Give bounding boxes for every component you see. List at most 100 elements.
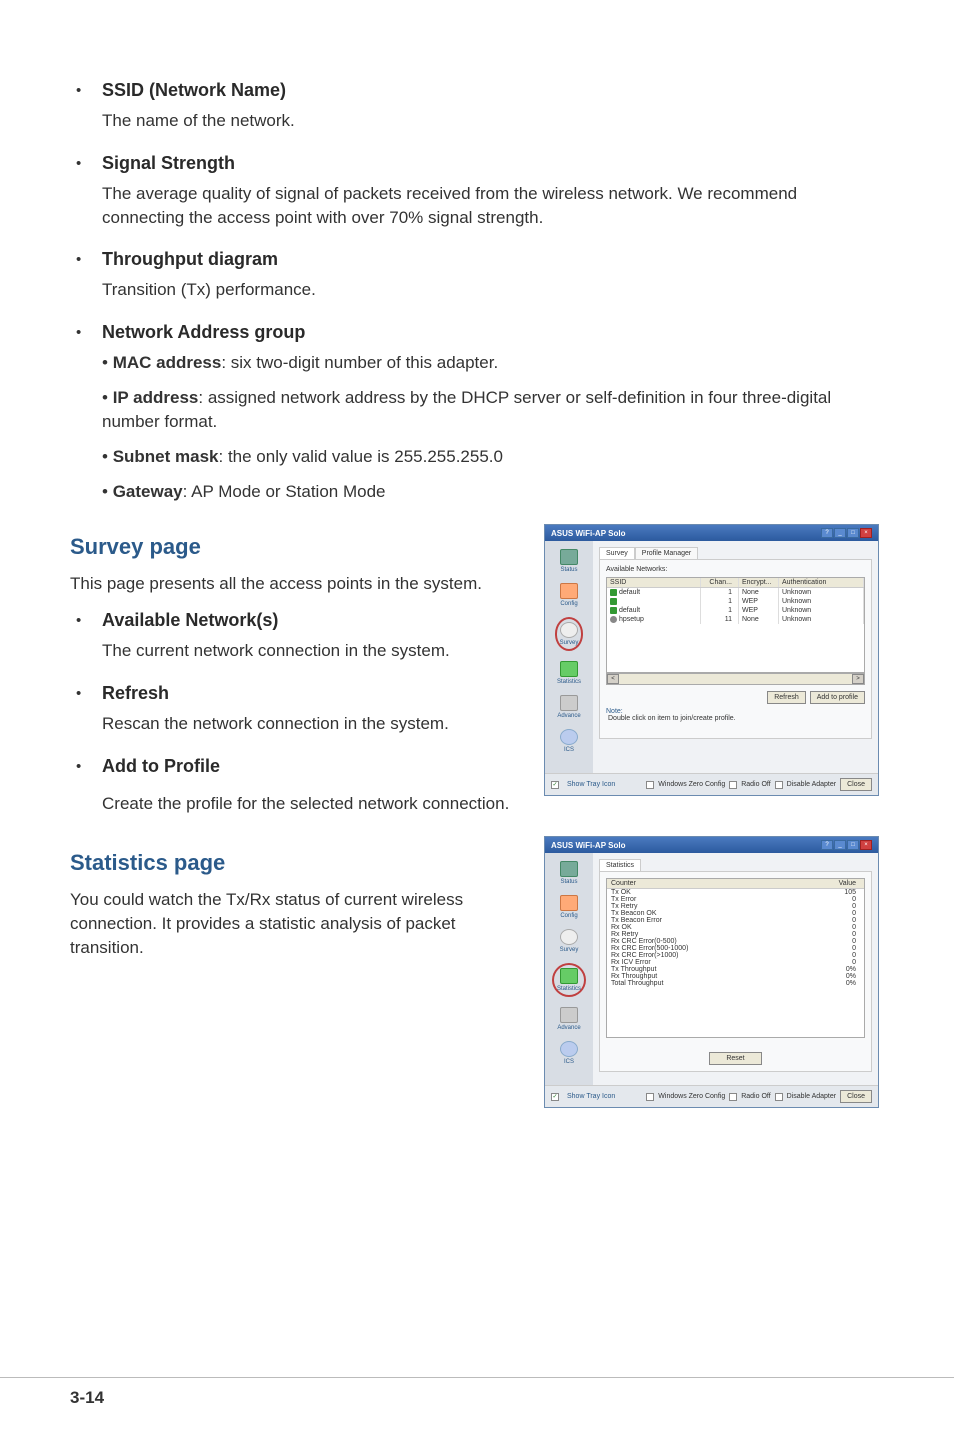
- stats-row[interactable]: Total Throughput0%: [607, 980, 864, 987]
- network-list-header: SSID Chan... Encrypt... Authentication: [607, 578, 864, 588]
- bullet-refresh: • Refresh Rescan the network connection …: [70, 683, 528, 750]
- col-auth[interactable]: Authentication: [779, 578, 864, 587]
- stats-row[interactable]: Rx CRC Error(>1000)0: [607, 952, 864, 959]
- reset-button[interactable]: Reset: [709, 1052, 761, 1065]
- sub-ip: • IP address: assigned network address b…: [102, 386, 884, 435]
- zero-config-label: Windows Zero Config: [658, 781, 725, 788]
- disable-adapter-checkbox[interactable]: [775, 781, 783, 789]
- bullet-throughput: • Throughput diagram Transition (Tx) per…: [70, 249, 884, 316]
- sidebar-item-status[interactable]: Status: [560, 549, 578, 573]
- globe-icon: [560, 1041, 578, 1057]
- stats-row[interactable]: Tx Beacon OK0: [607, 910, 864, 917]
- help-button[interactable]: ?: [821, 528, 833, 538]
- radio-off-label: Radio Off: [741, 781, 770, 788]
- col-counter[interactable]: Counter: [607, 879, 794, 888]
- stats-row[interactable]: Tx Throughput0%: [607, 966, 864, 973]
- stats-row[interactable]: Tx Beacon Error0: [607, 917, 864, 924]
- radio-off-checkbox[interactable]: [729, 781, 737, 789]
- zero-config-checkbox[interactable]: [646, 1093, 654, 1101]
- sidebar-item-config[interactable]: Config: [560, 583, 578, 607]
- col-value[interactable]: Value: [794, 879, 864, 888]
- close-button[interactable]: ×: [860, 528, 872, 538]
- disable-adapter-checkbox[interactable]: [775, 1093, 783, 1101]
- tab-profile-manager[interactable]: Profile Manager: [635, 547, 698, 559]
- signal-icon: [610, 589, 617, 596]
- footer-close-button[interactable]: Close: [840, 778, 872, 791]
- signal-icon: [610, 598, 617, 605]
- radio-off-checkbox[interactable]: [729, 1093, 737, 1101]
- bullet-signal: • Signal Strength The average quality of…: [70, 153, 884, 244]
- stats-row[interactable]: Rx ICV Error0: [607, 959, 864, 966]
- monitor-icon: [560, 861, 578, 877]
- sidebar-item-survey[interactable]: Survey: [560, 929, 579, 953]
- show-tray-checkbox[interactable]: ✓: [551, 1093, 559, 1101]
- add-to-profile-button[interactable]: Add to profile: [810, 691, 865, 704]
- network-row[interactable]: hpsetup11NoneUnknown: [607, 615, 864, 624]
- sidebar-item-advance[interactable]: Advance: [557, 1007, 580, 1031]
- gear-icon: [560, 1007, 578, 1023]
- maximize-button[interactable]: □: [847, 528, 859, 538]
- bullet-title: Refresh: [102, 683, 528, 704]
- col-ssid[interactable]: SSID: [607, 578, 701, 587]
- stats-row[interactable]: Rx Throughput0%: [607, 973, 864, 980]
- stats-row[interactable]: Tx OK105: [607, 889, 864, 896]
- sidebar: Status Config Survey Statistics Advance …: [545, 853, 593, 1085]
- sidebar-item-ics[interactable]: ICS: [560, 729, 578, 753]
- footer-close-button[interactable]: Close: [840, 1090, 872, 1103]
- help-button[interactable]: ?: [821, 840, 833, 850]
- survey-icon: [560, 622, 578, 638]
- bullet-title: Network Address group: [102, 322, 884, 343]
- network-row[interactable]: 1WEPUnknown: [607, 597, 864, 606]
- sub-subnet: • Subnet mask: the only valid value is 2…: [102, 445, 884, 470]
- stats-row[interactable]: Tx Error0: [607, 896, 864, 903]
- disable-adapter-label: Disable Adapter: [787, 781, 836, 788]
- scroll-right-icon[interactable]: >: [852, 674, 864, 684]
- survey-screenshot: ASUS WiFi-AP Solo ? _ □ × Status Config …: [544, 524, 879, 796]
- sidebar-item-statistics[interactable]: Statistics: [557, 968, 581, 992]
- bullet-dot: •: [70, 80, 102, 147]
- minimize-button[interactable]: _: [834, 840, 846, 850]
- gear-icon: [560, 695, 578, 711]
- page-footer: 3-14: [0, 1377, 954, 1408]
- sidebar-item-advance[interactable]: Advance: [557, 695, 580, 719]
- sidebar-highlight: Survey: [555, 617, 584, 651]
- col-encrypt[interactable]: Encrypt...: [739, 578, 779, 587]
- sidebar-item-status[interactable]: Status: [560, 861, 578, 885]
- sidebar-item-survey[interactable]: Survey: [560, 622, 579, 646]
- close-button[interactable]: ×: [860, 840, 872, 850]
- tab-statistics[interactable]: Statistics: [599, 859, 641, 871]
- survey-desc: This page presents all the access points…: [70, 572, 528, 596]
- stats-row[interactable]: Rx CRC Error(500-1000)0: [607, 945, 864, 952]
- horizontal-scrollbar[interactable]: < >: [606, 673, 865, 685]
- zero-config-checkbox[interactable]: [646, 781, 654, 789]
- bullet-desc: The average quality of signal of packets…: [102, 182, 884, 230]
- minimize-button[interactable]: _: [834, 528, 846, 538]
- signal-icon: [610, 607, 617, 614]
- bullet-title: Throughput diagram: [102, 249, 884, 270]
- sidebar-item-config[interactable]: Config: [560, 895, 578, 919]
- network-list[interactable]: SSID Chan... Encrypt... Authentication d…: [606, 577, 865, 673]
- tab-survey[interactable]: Survey: [599, 547, 635, 559]
- col-chan[interactable]: Chan...: [701, 578, 739, 587]
- sub-mac: • MAC address: six two-digit number of t…: [102, 351, 884, 376]
- bullet-title: Add to Profile: [102, 756, 528, 777]
- show-tray-checkbox[interactable]: ✓: [551, 781, 559, 789]
- statistics-title: Statistics page: [70, 850, 528, 876]
- tabs: Statistics: [599, 859, 872, 871]
- stats-row[interactable]: Rx CRC Error(0-500)0: [607, 938, 864, 945]
- refresh-button[interactable]: Refresh: [767, 691, 806, 704]
- network-row[interactable]: default1NoneUnknown: [607, 588, 864, 597]
- sub-gateway: • Gateway: AP Mode or Station Mode: [102, 480, 884, 505]
- network-row[interactable]: default1WEPUnknown: [607, 606, 864, 615]
- sidebar-item-statistics[interactable]: Statistics: [557, 661, 581, 685]
- maximize-button[interactable]: □: [847, 840, 859, 850]
- show-tray-label: Show Tray Icon: [567, 1093, 615, 1100]
- stats-row[interactable]: Rx Retry0: [607, 931, 864, 938]
- bullet-dot: •: [70, 249, 102, 316]
- scroll-left-icon[interactable]: <: [607, 674, 619, 684]
- stats-row[interactable]: Tx Retry0: [607, 903, 864, 910]
- bullet-desc: Transition (Tx) performance.: [102, 278, 884, 302]
- stats-list[interactable]: Counter Value Tx OK105Tx Error0Tx Retry0…: [606, 878, 865, 1038]
- sidebar-item-ics[interactable]: ICS: [560, 1041, 578, 1065]
- stats-row[interactable]: Rx OK0: [607, 924, 864, 931]
